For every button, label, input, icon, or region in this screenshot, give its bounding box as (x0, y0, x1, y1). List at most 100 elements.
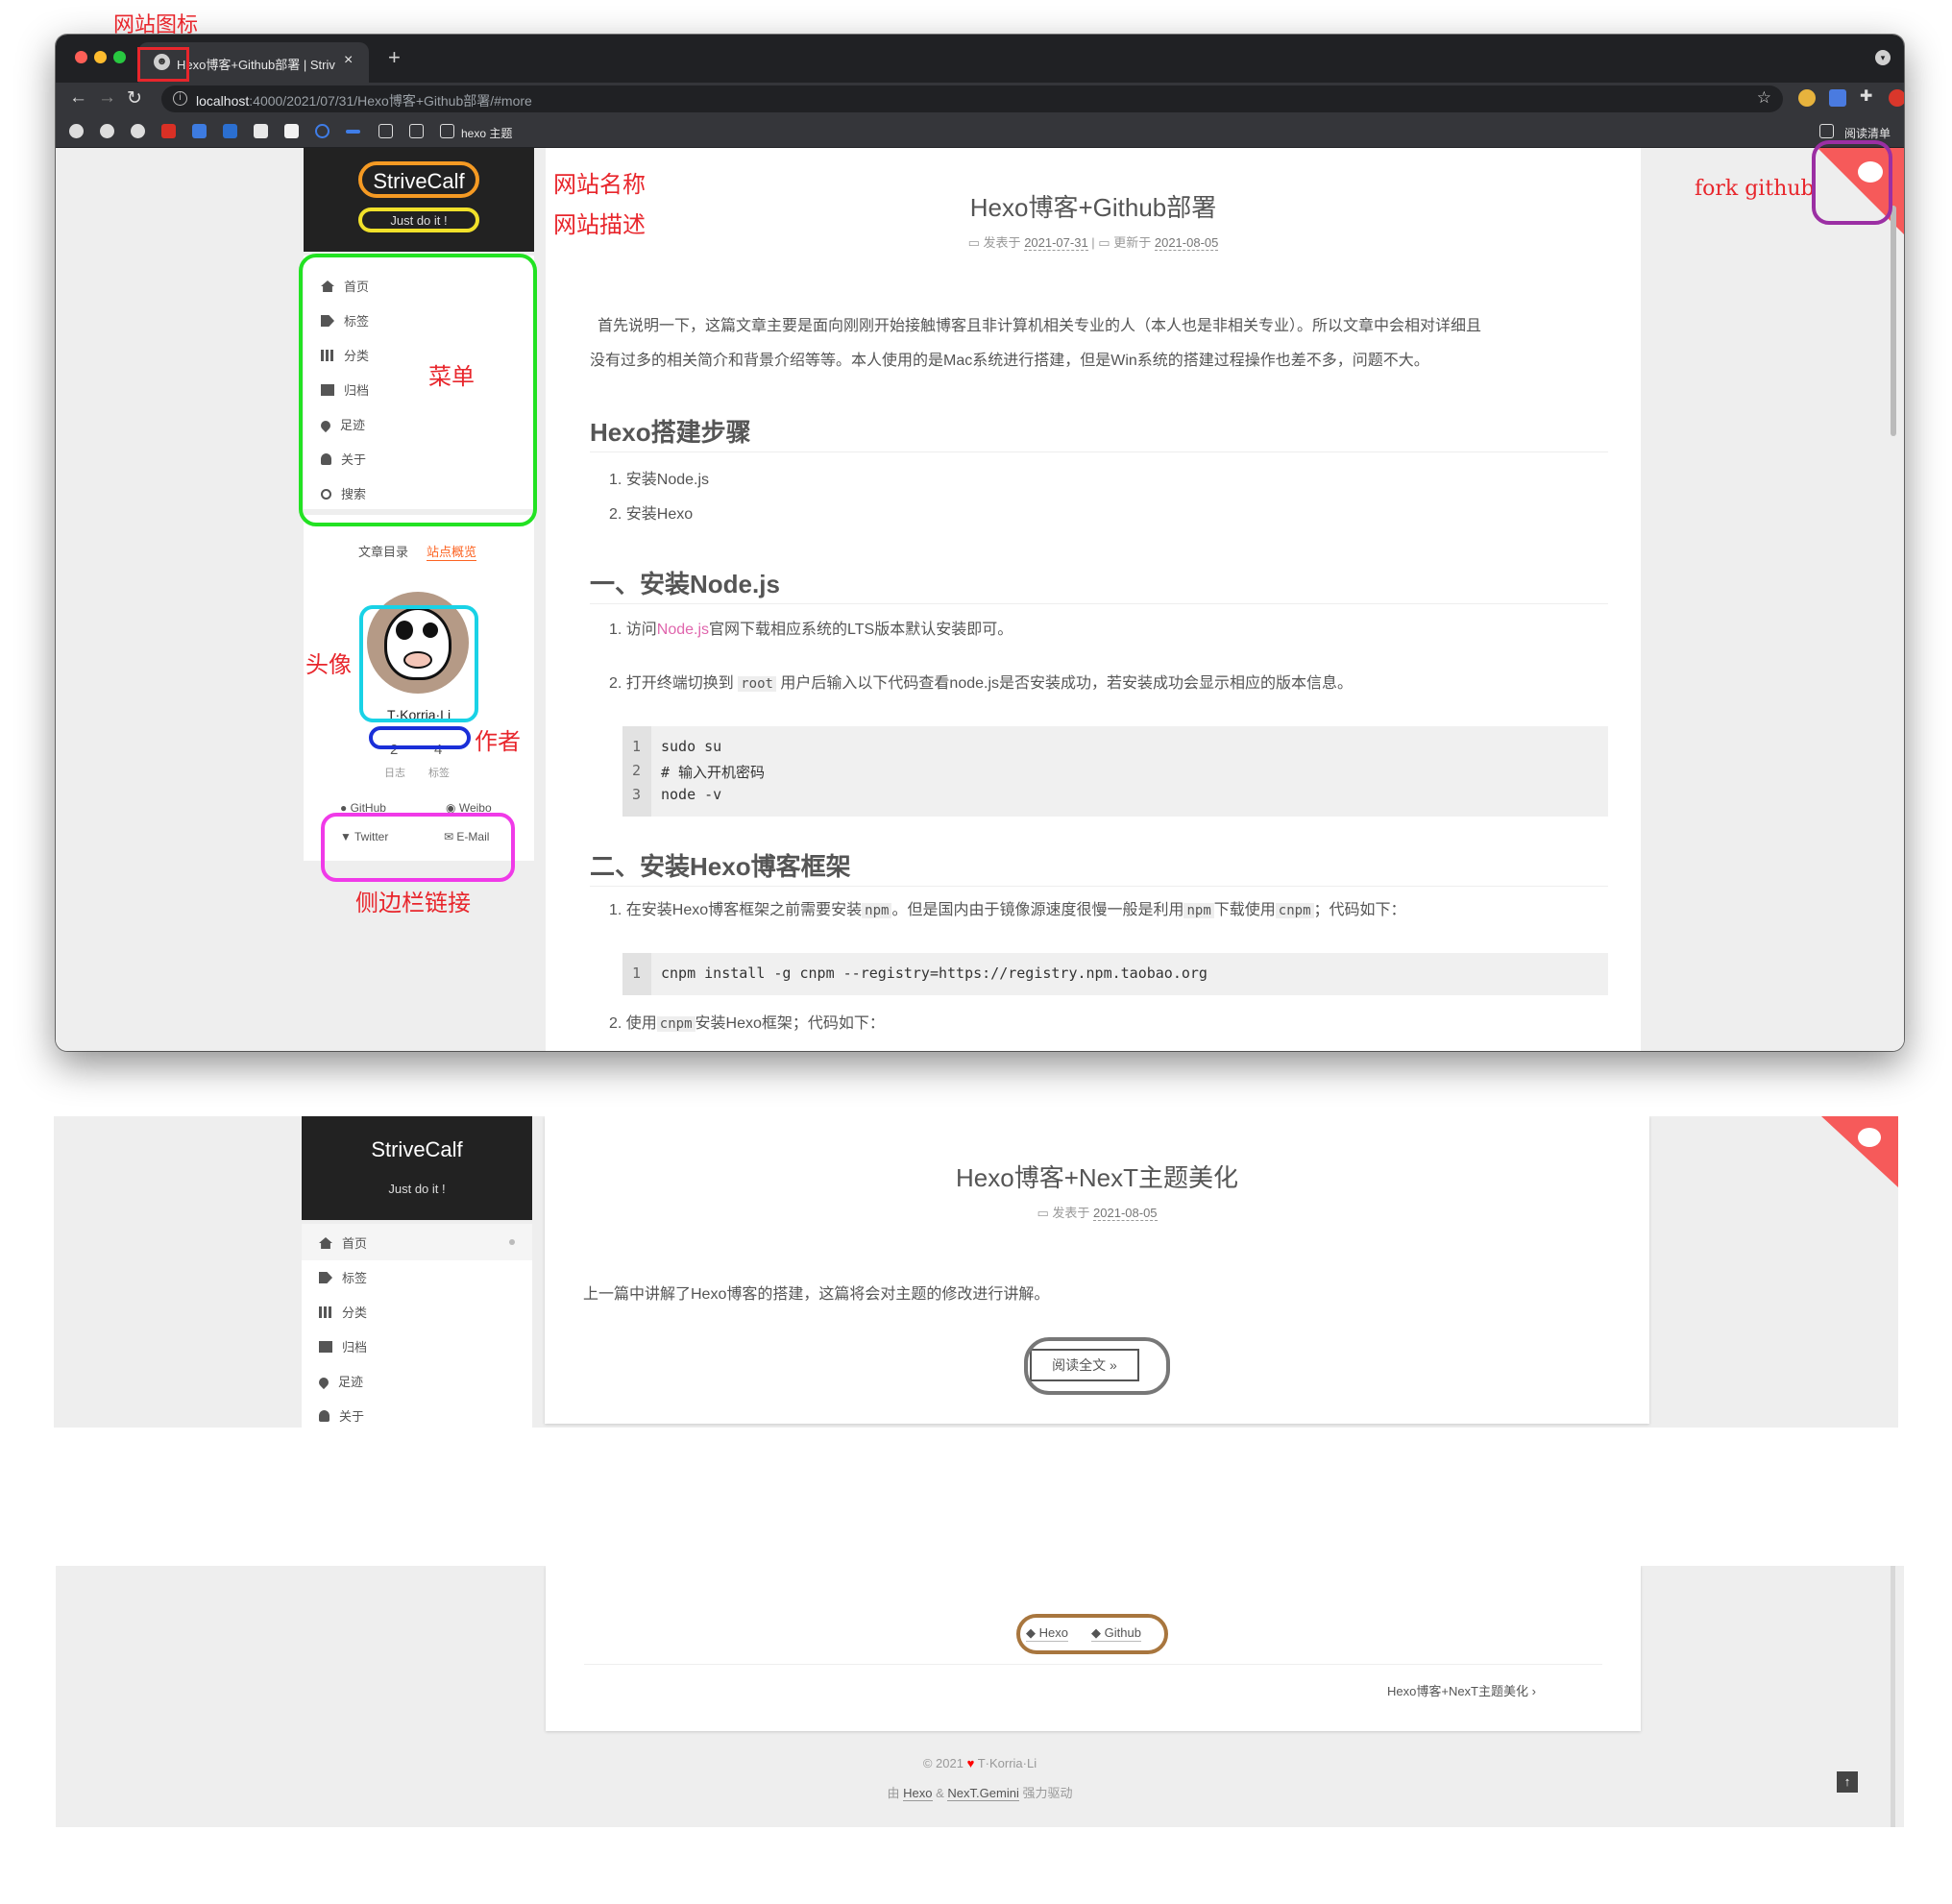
annotation-ring-tags (1016, 1614, 1168, 1654)
post-excerpt: 上一篇中讲解了Hexo博客的搭建，这篇将会对主题的修改进行讲解。 (583, 1286, 1050, 1303)
folder-icon[interactable] (378, 124, 393, 138)
chevron-right-icon: › (1531, 1684, 1536, 1698)
site-title[interactable]: StriveCalf (302, 1137, 532, 1162)
new-tab-button[interactable]: + (388, 45, 401, 70)
back-to-top-button[interactable]: ↑ (1837, 1771, 1858, 1793)
hexo-step-2: 2. 使用 cnpm 安装Hexo框架；代码如下： (609, 1015, 885, 1032)
office-icon[interactable] (161, 124, 176, 138)
fork-github-corner[interactable] (1821, 1116, 1898, 1187)
bookmark-star-icon[interactable]: ☆ (1757, 88, 1771, 108)
bookmark-icon[interactable] (192, 124, 207, 138)
translate-icon[interactable] (1829, 89, 1846, 107)
line-number: 2 (632, 762, 642, 779)
nodejs-link[interactable]: Node.js (657, 622, 709, 638)
forward-icon[interactable]: → (98, 87, 116, 109)
annotation-fork: fork github (1695, 177, 1815, 201)
annotation-menu: 菜单 (428, 363, 475, 390)
menu-item-home[interactable]: 首页 (319, 1233, 367, 1253)
scrollbar-thumb[interactable] (1891, 206, 1896, 436)
mail-icon[interactable] (254, 124, 268, 138)
folder-icon[interactable] (409, 124, 424, 138)
scrollbar-track[interactable] (1891, 1566, 1895, 1827)
menu-item-footprint[interactable]: 足迹 (316, 1372, 363, 1391)
post-footer-crop: ◆ Hexo ◆ Github Hexo博客+NexT主题美化 › © 2021… (56, 1566, 1904, 1827)
maximize-window-button[interactable] (113, 51, 126, 63)
next-theme-link[interactable]: NexT.Gemini (947, 1786, 1019, 1801)
intro-line: 没有过多的相关简介和背景介绍等等。本人使用的是Mac系统进行搭建，但是Win系统… (590, 353, 1429, 369)
folder-icon[interactable] (440, 124, 454, 138)
menu-label: 关于 (339, 1409, 365, 1424)
info-icon[interactable]: i (173, 91, 187, 106)
menu-item-categories[interactable]: 分类 (319, 1303, 367, 1322)
stat-label-posts: 日志 (384, 768, 405, 779)
tab-bar: ☻ Hexo博客+Github部署 | StriveC × + ▾ (56, 35, 1904, 83)
doc-icon[interactable] (284, 124, 299, 138)
address-bar[interactable]: i localhost:4000/2021/07/31/Hexo博客+Githu… (161, 85, 1783, 112)
posted-date: 2021-08-05 (1093, 1206, 1158, 1221)
hexo-step-1: 1. 在安装Hexo博客框架之前需要安装 npm 。但是国内由于镜像源速度很慢一般是… (609, 902, 1406, 918)
tags-icon (319, 1272, 332, 1283)
post-title[interactable]: Hexo博客+Github部署 (546, 188, 1641, 224)
post-meta: ▭ 发表于 2021-07-31 | ▭ 更新于 2021-08-05 (967, 235, 1219, 251)
updated-date: 2021-08-05 (1154, 235, 1219, 251)
annotation-avatar: 头像 (305, 651, 352, 678)
posted-label: 发表于 (1052, 1206, 1090, 1220)
hexo-link[interactable]: Hexo (903, 1786, 933, 1801)
reading-list-icon[interactable] (1819, 124, 1834, 138)
menu-item-about[interactable]: 关于 (319, 1406, 364, 1426)
close-window-button[interactable] (75, 51, 87, 63)
site-icon[interactable] (131, 124, 145, 138)
menu-label: 归档 (342, 1340, 368, 1355)
annotation-ring-author (369, 726, 471, 749)
site-brand: StriveCalf Just do it ! (302, 1116, 532, 1220)
annotation-author: 作者 (475, 728, 521, 755)
puzzle-icon[interactable]: ✚ (1860, 86, 1877, 105)
annotation-ring-favicon (137, 47, 189, 82)
bookmark-folder-hexo[interactable]: hexo 主题 (461, 125, 512, 141)
calendar-icon: ▭ (1037, 1206, 1049, 1220)
heading-rule (590, 603, 1608, 604)
github-icon[interactable] (100, 124, 114, 138)
post-title[interactable]: Hexo博客+NexT主题美化 (545, 1159, 1649, 1194)
heading-hexo: 二、安装Hexo博客框架 (590, 852, 851, 881)
th-icon (319, 1306, 332, 1318)
bilibili-icon[interactable] (223, 124, 237, 138)
url-path: :4000/2021/07/31/Hexo博客+Github部署/#more (249, 93, 532, 109)
browser-window: ☻ Hexo博客+Github部署 | StriveC × + ▾ ← → ↻ … (56, 35, 1904, 1051)
annotation-favicon: 网站图标 (113, 13, 199, 37)
node-step-1: 1. 访问Node.js官网下载相应系统的LTS版本默认安装即可。 (609, 622, 1013, 638)
circle-icon[interactable] (315, 124, 329, 138)
footer-powered: 由 Hexo & NexT.Gemini 强力驱动 (887, 1786, 1073, 1801)
intro-paragraph: 首先说明一下，这篇文章主要是面向刚刚开始接触博客且非计算机相关专业的人（本人也是… (590, 309, 1608, 378)
annotation-ring-read-more (1024, 1337, 1170, 1395)
code-block-node: 1 sudo su 2 # 输入开机密码 3 node -v (622, 726, 1608, 817)
tab-overview[interactable]: 站点概览 (427, 542, 477, 561)
menu-item-tags[interactable]: 标签 (319, 1268, 367, 1287)
minimize-window-button[interactable] (94, 51, 107, 63)
annotation-ring-links (321, 813, 515, 882)
menu-item-archives[interactable]: 归档 (319, 1337, 367, 1356)
archive-icon (319, 1341, 332, 1353)
next-post-link[interactable]: Hexo博客+NexT主题美化 › (1387, 1681, 1536, 1699)
menu-label: 分类 (342, 1306, 368, 1320)
back-icon[interactable]: ← (69, 87, 87, 109)
reload-icon[interactable]: ↻ (127, 87, 142, 110)
tab-toc[interactable]: 文章目录 (358, 542, 408, 560)
code-line: node -v (661, 786, 722, 803)
user-icon (319, 1410, 329, 1422)
calendar-check-icon: ▭ (1098, 235, 1110, 250)
dots-icon[interactable] (346, 130, 360, 134)
github-icon[interactable] (69, 124, 84, 138)
browser-toolbar: ← → ↻ i localhost:4000/2021/07/31/Hexo博客… (56, 83, 1904, 115)
map-marker-icon (316, 1375, 331, 1390)
line-number: 1 (632, 738, 642, 755)
reading-list-button[interactable]: 阅读清单 (1844, 125, 1891, 141)
code-line: cnpm install -g cnpm --registry=https://… (661, 964, 1208, 982)
tab-close-icon[interactable]: × (344, 52, 353, 69)
stat-label-tags: 标签 (428, 768, 450, 779)
tab-title: Hexo博客+Github部署 | StriveC (177, 58, 335, 72)
tab-search-icon[interactable]: ▾ (1875, 50, 1891, 65)
extension-icon[interactable] (1798, 89, 1816, 107)
posted-date: 2021-07-31 (1024, 235, 1088, 251)
annotation-ring-title (358, 161, 479, 198)
